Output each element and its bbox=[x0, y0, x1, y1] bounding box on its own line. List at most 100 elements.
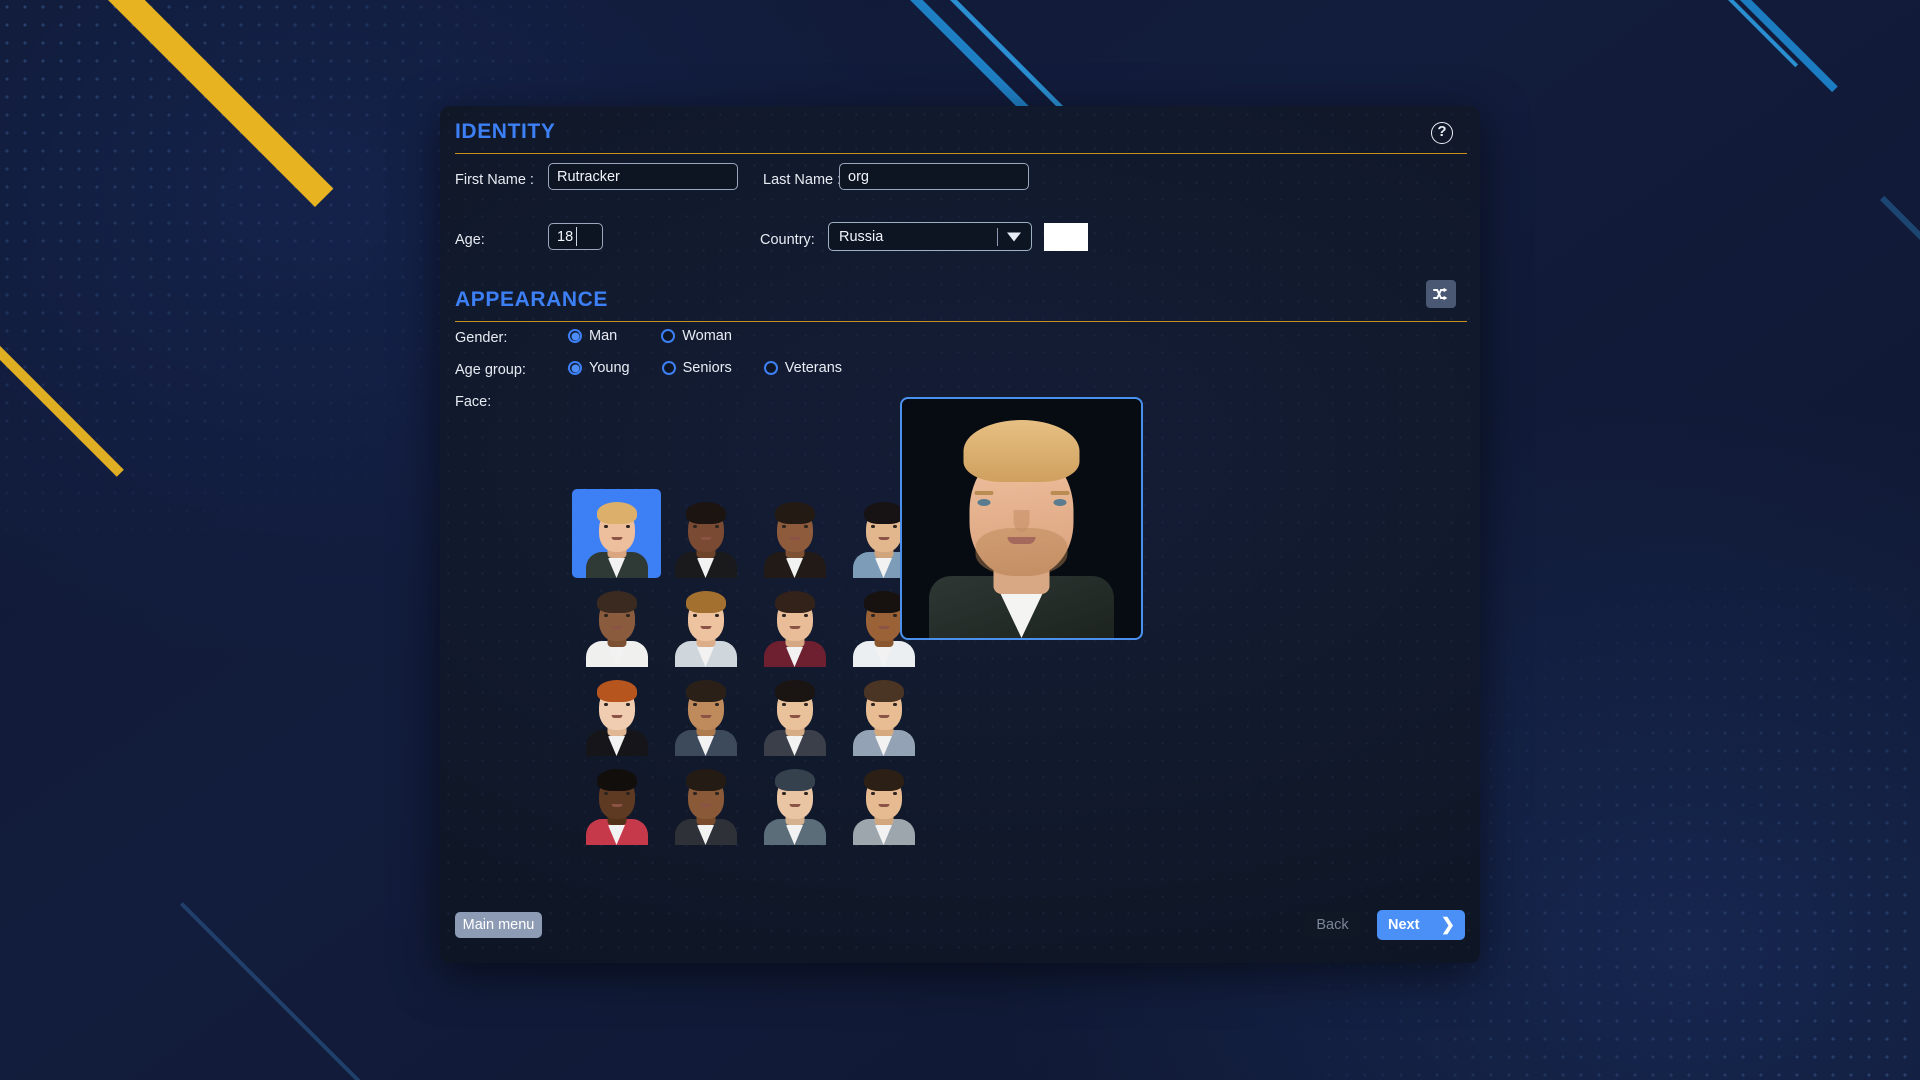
face-mouth bbox=[878, 626, 889, 629]
face-eye-left bbox=[781, 525, 786, 528]
decorative-stripe-yellow bbox=[0, 292, 124, 477]
face-portrait bbox=[852, 767, 915, 845]
face-thumbnail[interactable] bbox=[750, 578, 839, 667]
face-eye-left bbox=[870, 525, 875, 528]
face-portrait bbox=[763, 500, 826, 578]
face-eye-right bbox=[803, 525, 808, 528]
last-name-label: Last Name : bbox=[763, 172, 842, 188]
face-thumbnail[interactable] bbox=[750, 756, 839, 845]
face-eye-left bbox=[603, 525, 608, 528]
first-name-input[interactable] bbox=[548, 163, 738, 190]
face-hair bbox=[774, 502, 815, 524]
face-thumbnail[interactable] bbox=[572, 667, 661, 756]
face-mouth bbox=[611, 626, 622, 629]
face-mouth bbox=[700, 626, 711, 629]
face-mouth bbox=[789, 626, 800, 629]
face-portrait bbox=[674, 589, 737, 667]
appearance-section-header: APPEARANCE bbox=[455, 280, 1467, 322]
app-background: IDENTITY ? First Name : Last Name : Age:… bbox=[0, 0, 1920, 1080]
gender-option-man[interactable]: Man bbox=[568, 328, 617, 344]
decorative-stripe-blue bbox=[180, 902, 395, 1080]
face-mouth bbox=[611, 537, 622, 540]
question-circle-icon[interactable]: ? bbox=[1431, 122, 1453, 144]
dropdown-divider bbox=[997, 228, 998, 246]
shuffle-button[interactable] bbox=[1426, 280, 1456, 308]
identity-section-header: IDENTITY ? bbox=[455, 120, 1467, 154]
face-mouth bbox=[789, 804, 800, 807]
face-portrait bbox=[585, 767, 648, 845]
face-mouth bbox=[611, 804, 622, 807]
gender-option-label: Woman bbox=[682, 328, 732, 344]
face-hair bbox=[685, 502, 726, 524]
face-eye-right bbox=[714, 614, 719, 617]
age-label: Age: bbox=[455, 232, 485, 248]
preview-portrait bbox=[929, 406, 1114, 638]
face-eye-right bbox=[625, 525, 630, 528]
face-portrait bbox=[763, 767, 826, 845]
face-hair bbox=[685, 591, 726, 613]
decorative-stripe-blue bbox=[1668, 0, 1799, 68]
gender-radio-group: Man Woman bbox=[568, 328, 732, 344]
age-group-option-seniors[interactable]: Seniors bbox=[661, 360, 732, 376]
back-button[interactable]: Back bbox=[1305, 912, 1360, 938]
age-group-option-veterans[interactable]: Veterans bbox=[763, 360, 842, 376]
face-eye-left bbox=[603, 614, 608, 617]
face-eye-left bbox=[870, 703, 875, 706]
gender-option-woman[interactable]: Woman bbox=[661, 328, 732, 344]
face-hair bbox=[596, 502, 637, 524]
face-hair bbox=[863, 769, 904, 791]
country-dropdown[interactable]: Russia bbox=[828, 222, 1032, 251]
face-eye-right bbox=[892, 614, 897, 617]
face-portrait bbox=[674, 500, 737, 578]
face-hair bbox=[863, 502, 904, 524]
face-thumbnail[interactable] bbox=[572, 489, 661, 578]
face-portrait bbox=[585, 589, 648, 667]
appearance-divider bbox=[455, 321, 1467, 322]
face-hair bbox=[596, 680, 637, 702]
next-button-label: Next bbox=[1388, 917, 1420, 933]
country-dropdown-value: Russia bbox=[839, 228, 884, 245]
radio-dot-icon bbox=[763, 361, 778, 375]
identity-divider bbox=[455, 153, 1467, 154]
next-button[interactable]: Next ❯ bbox=[1377, 910, 1465, 940]
age-group-option-label: Young bbox=[589, 360, 630, 376]
decorative-stripe-blue bbox=[1620, 0, 1838, 93]
face-thumbnail[interactable] bbox=[661, 756, 750, 845]
face-thumbnail[interactable] bbox=[661, 578, 750, 667]
face-eye-right bbox=[714, 525, 719, 528]
age-group-option-young[interactable]: Young bbox=[568, 360, 630, 376]
face-hair bbox=[685, 680, 726, 702]
face-portrait bbox=[763, 589, 826, 667]
radio-dot-icon bbox=[661, 329, 676, 343]
main-menu-button[interactable]: Main menu bbox=[455, 912, 542, 938]
preview-eyebrow-left bbox=[974, 491, 993, 495]
face-eye-left bbox=[692, 525, 697, 528]
selected-face-preview bbox=[900, 397, 1143, 640]
face-thumbnail[interactable] bbox=[661, 667, 750, 756]
face-thumbnail[interactable] bbox=[750, 667, 839, 756]
age-group-radio-group: Young Seniors Veterans bbox=[568, 360, 842, 376]
face-thumbnail[interactable] bbox=[750, 489, 839, 578]
shuffle-icon bbox=[1432, 287, 1447, 300]
face-eye-left bbox=[870, 792, 875, 795]
face-portrait bbox=[763, 678, 826, 756]
face-hair bbox=[774, 591, 815, 613]
face-thumbnail[interactable] bbox=[839, 756, 928, 845]
last-name-input[interactable] bbox=[839, 163, 1029, 190]
face-hair bbox=[863, 591, 904, 613]
face-hair bbox=[774, 769, 815, 791]
country-label: Country: bbox=[760, 232, 815, 248]
preview-eye-left bbox=[977, 499, 990, 506]
face-thumbnail[interactable] bbox=[839, 667, 928, 756]
face-thumbnail[interactable] bbox=[572, 756, 661, 845]
character-creation-panel: IDENTITY ? First Name : Last Name : Age:… bbox=[440, 106, 1480, 963]
face-eye-left bbox=[781, 703, 786, 706]
chevron-down-icon bbox=[1007, 232, 1021, 241]
face-thumbnail[interactable] bbox=[661, 489, 750, 578]
face-mouth bbox=[789, 537, 800, 540]
preview-nose bbox=[1013, 510, 1030, 532]
first-name-label: First Name : bbox=[455, 172, 534, 188]
preview-mouth bbox=[1007, 537, 1036, 544]
face-thumbnail[interactable] bbox=[572, 578, 661, 667]
age-group-option-label: Seniors bbox=[682, 360, 732, 376]
